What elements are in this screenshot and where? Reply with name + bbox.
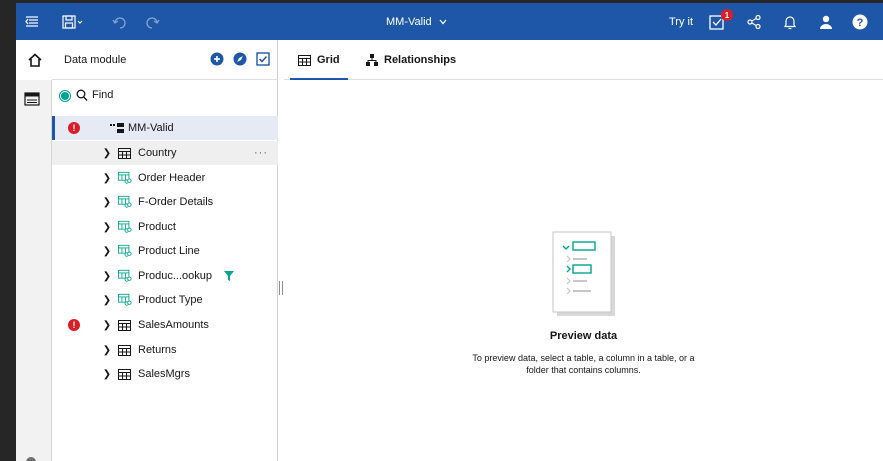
linked-table-icon	[118, 190, 132, 214]
tree-item-product-lookup[interactable]: ❯ Produc...ookup	[52, 264, 278, 288]
chevron-right-icon[interactable]: ❯	[102, 215, 112, 239]
data-module-panel: Data module Find ! MM-Valid ❯ Country ··…	[52, 40, 278, 461]
table-icon	[118, 338, 132, 362]
top-bar: MM-Valid Try it 1 ?	[16, 3, 883, 40]
module-icon	[110, 123, 124, 136]
table-icon	[118, 141, 132, 165]
filter-icon	[224, 264, 234, 288]
tree-item-product-type[interactable]: ❯ Product Type	[52, 288, 278, 312]
relationships-icon	[366, 54, 378, 66]
status-dot-icon	[60, 91, 70, 101]
error-icon: !	[68, 122, 80, 134]
chevron-right-icon[interactable]: ❯	[102, 190, 112, 214]
tree-item-label: SalesAmounts	[138, 319, 209, 331]
help-icon[interactable]: ?	[850, 3, 870, 40]
tree-root-label: MM-Valid	[128, 122, 174, 134]
tree-item-label: Product Line	[138, 245, 200, 257]
screen-frame: MM-Valid Try it 1 ? Data module Find ! M…	[0, 0, 883, 461]
user-icon[interactable]	[816, 3, 836, 40]
home-icon	[28, 53, 42, 67]
chevron-right-icon[interactable]: ❯	[102, 288, 112, 312]
tree-item-returns[interactable]: ❯ Returns	[52, 338, 278, 362]
error-icon: !	[68, 319, 80, 331]
linked-table-icon	[118, 288, 132, 312]
tree-item-label: Order Header	[138, 172, 206, 184]
table-icon	[118, 313, 132, 337]
tree-item-product[interactable]: ❯ Product	[52, 215, 278, 239]
tree-root[interactable]: ! MM-Valid	[52, 116, 278, 140]
linked-table-icon	[118, 239, 132, 263]
tree-item-label: SalesMgrs	[138, 368, 190, 380]
chevron-right-icon[interactable]: ❯	[102, 141, 112, 165]
notification-badge: 1	[721, 9, 733, 21]
svg-text:?: ?	[857, 17, 864, 29]
tree-item-salesmgrs[interactable]: ❯ SalesMgrs	[52, 362, 278, 386]
tab-label: Grid	[317, 54, 340, 66]
tree-item-label: F-Order Details	[138, 196, 214, 208]
preview-description: To preview data, select a table, a colum…	[472, 353, 695, 375]
chevron-right-icon[interactable]: ❯	[102, 362, 112, 386]
tab-relationships[interactable]: Relationships	[366, 40, 456, 80]
chevron-right-icon[interactable]: ❯	[102, 166, 112, 190]
module-title: MM-Valid	[386, 15, 432, 28]
find-label: Find	[92, 89, 114, 101]
module-title-dropdown[interactable]: MM-Valid	[386, 3, 448, 40]
tree-item-label: Product Type	[138, 294, 203, 306]
undo-icon[interactable]	[110, 3, 130, 40]
chevron-right-icon[interactable]: ❯	[102, 313, 112, 337]
app-window: MM-Valid Try it 1 ? Data module Find ! M…	[16, 3, 883, 461]
left-rail	[16, 40, 52, 461]
redo-icon[interactable]	[142, 3, 162, 40]
add-icon[interactable]	[210, 52, 224, 71]
menu-icon[interactable]	[22, 3, 42, 40]
data-source-icon[interactable]	[24, 92, 40, 111]
tree-item-salesamounts[interactable]: ! ❯ SalesAmounts	[52, 313, 278, 337]
search-icon	[76, 89, 88, 105]
view-tabs: Grid Relationships	[284, 40, 883, 80]
chevron-down-icon	[439, 19, 447, 24]
relink-check-icon[interactable]	[256, 52, 270, 71]
table-icon	[118, 362, 132, 386]
chevron-right-icon[interactable]: ❯	[102, 264, 112, 288]
linked-table-icon	[118, 215, 132, 239]
chevron-right-icon[interactable]: ❯	[102, 338, 112, 362]
preview-illustration	[284, 230, 883, 320]
preview-title: Preview data	[549, 330, 618, 342]
tab-grid[interactable]: Grid	[290, 40, 348, 80]
preview-empty-state: Preview data To preview data, select a t…	[284, 230, 883, 376]
linked-table-icon	[118, 166, 132, 190]
tree-item-label: Returns	[138, 344, 177, 356]
save-menu-button[interactable]	[60, 3, 86, 40]
tree-item-order-header[interactable]: ❯ Order Header	[52, 166, 278, 190]
linked-table-icon	[118, 264, 132, 288]
try-it-link[interactable]: Try it	[669, 3, 693, 40]
panel-title: Data module	[64, 53, 127, 66]
more-options-icon[interactable]: ···	[254, 141, 268, 165]
share-icon[interactable]	[744, 3, 764, 40]
tree-item-product-line[interactable]: ❯ Product Line	[52, 239, 278, 263]
explore-icon[interactable]	[233, 52, 247, 71]
panel-header: Data module	[52, 40, 278, 80]
rail-bottom-icon[interactable]	[26, 457, 36, 461]
grid-icon	[298, 54, 311, 66]
tree-item-f-order-details[interactable]: ❯ F-Order Details	[52, 190, 278, 214]
tree-item-label: Produc...ookup	[138, 270, 212, 282]
bell-icon[interactable]	[780, 3, 800, 40]
home-button[interactable]	[16, 40, 52, 80]
tree-item-country[interactable]: ❯ Country ···	[52, 141, 278, 165]
tree-item-label: Product	[138, 221, 176, 233]
tab-label: Relationships	[384, 54, 457, 66]
panel-resize-handle[interactable]	[279, 281, 283, 295]
main-content: Grid Relationships Preview data To previ…	[284, 40, 883, 461]
chevron-right-icon[interactable]: ❯	[102, 239, 112, 263]
tree-item-label: Country	[138, 147, 177, 159]
